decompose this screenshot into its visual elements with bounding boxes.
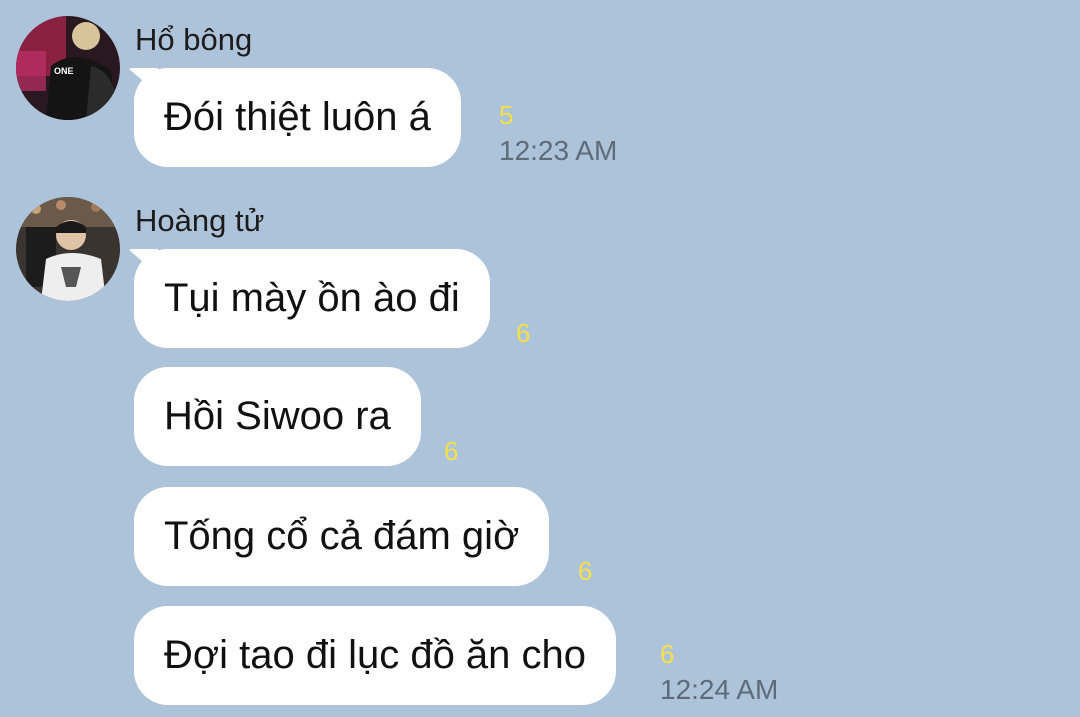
message-text: Tụi mày ồn ào đi — [128, 249, 490, 348]
message-text: Đói thiệt luôn á — [128, 68, 461, 167]
svg-text:ONE: ONE — [54, 66, 74, 76]
read-count: 5 — [499, 100, 514, 130]
message-timestamp: 12:23 AM — [499, 135, 618, 166]
read-count: 6 — [578, 556, 593, 586]
bubble-tail — [128, 68, 158, 94]
bubble-tail — [128, 249, 158, 275]
chat-message-list[interactable]: ONE Hổ bông Đói thiệt luôn á 5 12:23 AM … — [0, 0, 1080, 717]
user-avatar-icon: ONE — [16, 16, 120, 120]
message-text: Hồi Siwoo ra — [134, 367, 421, 466]
message-text-content: Đợi tao đi lục đồ ăn cho — [164, 633, 587, 677]
message-bubble[interactable]: Đợi tao đi lục đồ ăn cho — [134, 606, 617, 705]
message-bubble[interactable]: Tụi mày ồn ào đi — [128, 249, 490, 348]
sender-name: Hoàng tử — [135, 203, 265, 238]
read-count: 6 — [444, 436, 459, 466]
message-bubble[interactable]: Đói thiệt luôn á — [128, 68, 461, 167]
user-avatar-icon — [16, 197, 120, 301]
avatar[interactable] — [16, 197, 120, 301]
message-timestamp: 12:24 AM — [660, 674, 779, 705]
message-text-content: Đói thiệt luôn á — [164, 95, 431, 139]
message-text-content: Tống cổ cả đám giờ — [164, 514, 520, 558]
avatar[interactable]: ONE — [16, 16, 120, 120]
message-text: Đợi tao đi lục đồ ăn cho — [134, 606, 617, 705]
sender-name: Hổ bông — [135, 22, 253, 57]
message-bubble[interactable]: Hồi Siwoo ra — [134, 367, 421, 466]
read-count: 6 — [516, 318, 531, 348]
message-text: Tống cổ cả đám giờ — [134, 487, 550, 586]
message-bubble[interactable]: Tống cổ cả đám giờ — [134, 487, 550, 586]
message-text-content: Tụi mày ồn ào đi — [164, 276, 460, 320]
message-text-content: Hồi Siwoo ra — [164, 394, 391, 438]
read-count: 6 — [660, 639, 675, 669]
